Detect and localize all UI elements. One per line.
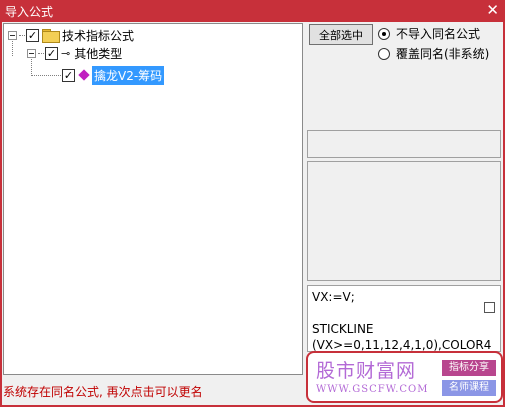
watermark: 股市财富网 WWW.GSCFW.COM 指标分享 名师课程 — [306, 351, 503, 403]
window-frame-left — [0, 22, 2, 407]
watermark-tag: 名师课程 — [442, 380, 496, 396]
folder-icon — [42, 29, 60, 43]
collapse-icon[interactable] — [8, 30, 17, 40]
option-label: 不导入同名公式 — [396, 27, 481, 41]
description-box — [307, 161, 501, 281]
watermark-site-name: 股市财富网 — [316, 360, 417, 382]
tree-connector — [38, 52, 44, 54]
formula-preview[interactable]: VX:=V; STICKLINE (VX>=0,11,12,4,1,0),COL… — [307, 285, 501, 352]
watermark-url: WWW.GSCFW.COM — [316, 384, 429, 395]
tree-connector — [31, 74, 61, 76]
option-label: 覆盖同名(非系统) — [396, 47, 490, 61]
window-title: 导入公式 — [5, 5, 54, 19]
tree-node-label: 擒龙V2-筹码 — [92, 65, 165, 85]
category-checkbox[interactable]: ✓ — [45, 46, 58, 60]
option-skip-duplicates[interactable]: 不导入同名公式 — [378, 25, 480, 42]
tree-node-category[interactable]: ✓ ⊸ 其他类型 — [27, 44, 122, 62]
option-overwrite[interactable]: 覆盖同名(非系统) — [378, 45, 489, 62]
radio-skip-duplicates[interactable] — [378, 27, 390, 40]
select-all-button[interactable]: 全部选中 — [309, 24, 373, 45]
key-icon: ⊸ — [61, 46, 71, 60]
preview-checkbox[interactable] — [484, 302, 495, 313]
code-line: (VX>=0,11,12,4,1,0),COLOR4 — [312, 338, 492, 352]
formula-checkbox[interactable]: ✓ — [62, 68, 75, 82]
watermark-tag: 指标分享 — [442, 360, 496, 376]
status-message: 系统存在同名公式, 再次点击可以更名 — [3, 385, 203, 399]
title-bar: 导入公式 ✕ — [0, 0, 505, 22]
formula-tree[interactable]: ✓ 技术指标公式 ✓ ⊸ 其他类型 ✓ 擒龙V2-筹码 — [3, 23, 303, 375]
tree-node-label: 其他类型 — [74, 46, 123, 61]
formula-icon — [78, 69, 90, 81]
tree-node-label: 技术指标公式 — [62, 28, 135, 43]
collapse-icon[interactable] — [27, 48, 36, 58]
root-checkbox[interactable]: ✓ — [26, 28, 39, 42]
tree-node-formula[interactable]: ✓ 擒龙V2-筹码 — [31, 65, 165, 85]
tree-node-root[interactable]: ✓ 技术指标公式 — [8, 26, 134, 44]
radio-overwrite[interactable] — [378, 47, 390, 60]
code-line: VX:=V; — [312, 290, 355, 304]
code-line: STICKLINE — [312, 322, 374, 336]
tree-connector — [19, 34, 25, 36]
info-box — [307, 130, 501, 158]
close-icon[interactable]: ✕ — [486, 1, 499, 19]
